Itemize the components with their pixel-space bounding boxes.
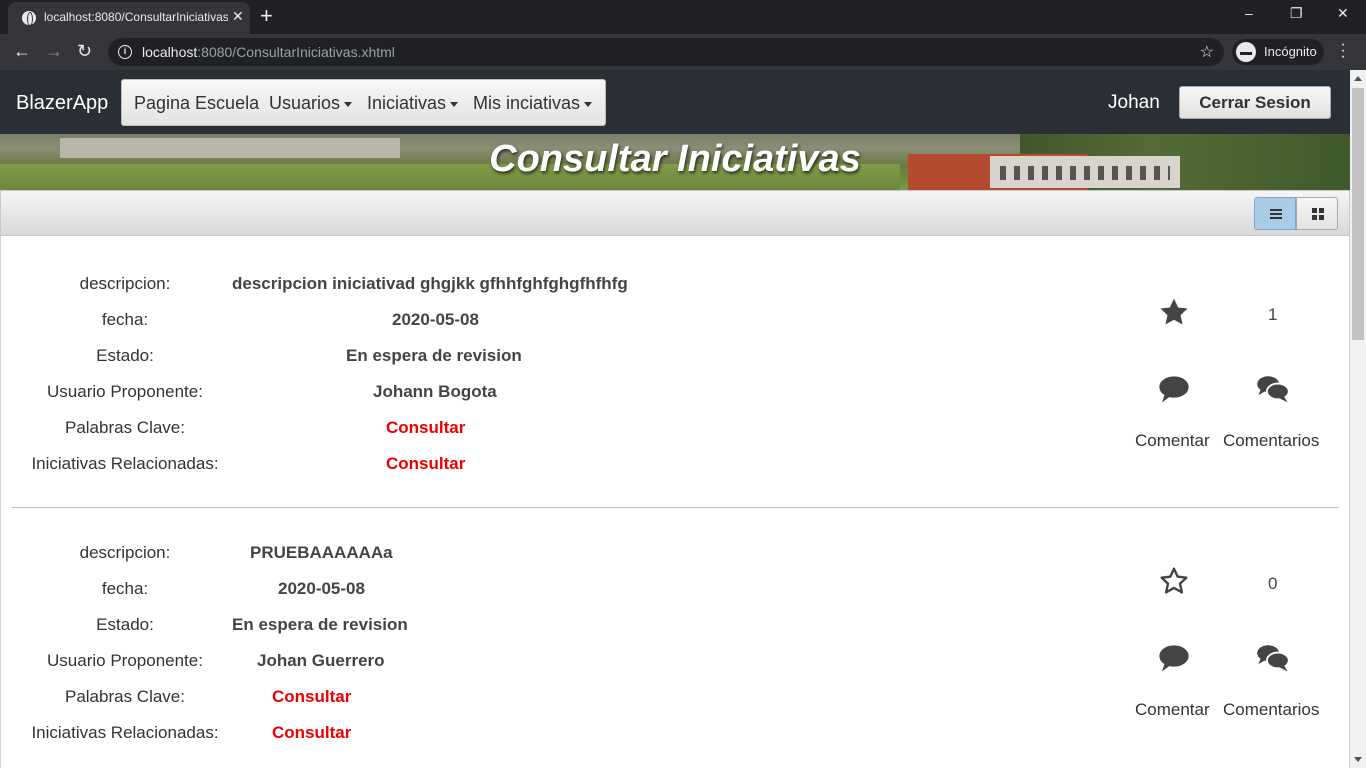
value-usuario: Johan Guerrero <box>257 651 385 670</box>
initiative-item: descripcion: fecha: Estado: Usuario Prop… <box>1 236 1349 508</box>
value-fecha: 2020-05-08 <box>392 310 479 329</box>
brand-logo[interactable]: BlazerApp <box>16 92 108 115</box>
star-outline-icon[interactable] <box>1158 565 1190 597</box>
maximize-button[interactable]: ❐ <box>1290 5 1303 22</box>
initiative-item: descripcion: fecha: Estado: Usuario Prop… <box>1 505 1349 768</box>
palabras-clave-link[interactable]: Consultar <box>386 418 465 438</box>
menu-label: Mis inciativas <box>473 93 581 113</box>
caret-down-icon <box>450 101 459 107</box>
comment-icon[interactable] <box>1158 374 1190 404</box>
incognito-badge[interactable]: Incógnito <box>1232 39 1324 65</box>
label-usuario: Usuario Proponente: <box>47 651 203 670</box>
menu-mis-iniciativas[interactable]: Mis inciativas <box>473 93 593 114</box>
scrollbar-thumb[interactable] <box>1352 88 1364 340</box>
app-navbar: BlazerApp Pagina Escuela Usuarios Inicia… <box>0 70 1350 134</box>
comentarios-label[interactable]: Comentarios <box>1223 431 1319 451</box>
close-window-button[interactable]: ✕ <box>1337 5 1349 22</box>
menu-pagina-escuela[interactable]: Pagina Escuela <box>134 93 259 114</box>
initiatives-list: descripcion: fecha: Estado: Usuario Prop… <box>0 236 1350 768</box>
comments-icon[interactable] <box>1256 374 1290 404</box>
incognito-label: Incógnito <box>1264 44 1317 59</box>
grid-icon <box>1312 208 1324 220</box>
globe-icon <box>22 11 36 26</box>
caret-down-icon <box>584 101 593 107</box>
label-estado: Estado: <box>96 615 154 634</box>
label-estado: Estado: <box>96 346 154 365</box>
bookmark-star-icon[interactable]: ☆ <box>1200 42 1214 62</box>
back-icon[interactable]: ← <box>13 40 31 62</box>
grid-view-button[interactable] <box>1296 197 1338 230</box>
new-tab-button[interactable]: + <box>260 4 273 28</box>
scroll-down-arrow-icon[interactable] <box>1354 757 1362 762</box>
relacionadas-link[interactable]: Consultar <box>386 454 465 474</box>
label-palabras-clave: Palabras Clave: <box>64 687 185 706</box>
comentarios-label[interactable]: Comentarios <box>1223 700 1319 720</box>
main-menu: Pagina Escuela Usuarios Iniciativas Mis … <box>121 79 606 126</box>
value-descripcion: PRUEBAAAAAAa <box>250 543 393 562</box>
label-relacionadas: Iniciativas Relacionadas: <box>31 454 219 473</box>
menu-label: Usuarios <box>269 93 341 113</box>
logout-button[interactable]: Cerrar Sesion <box>1179 86 1331 119</box>
close-tab-icon[interactable]: ✕ <box>232 8 244 25</box>
value-descripcion: descripcion iniciativad ghgjkk gfhhfghfg… <box>232 274 628 293</box>
menu-usuarios[interactable]: Usuarios <box>269 93 353 114</box>
like-count: 0 <box>1268 574 1278 593</box>
address-bar[interactable]: i localhost:8080/ConsultarIniciativas.xh… <box>108 38 1224 66</box>
comentar-label[interactable]: Comentar <box>1135 431 1210 451</box>
page-title-text: Consultar Iniciativas <box>489 138 861 180</box>
dataview-header <box>0 190 1350 236</box>
reload-icon[interactable]: ↻ <box>77 40 92 62</box>
label-descripcion: descripcion: <box>79 274 171 293</box>
label-palabras-clave: Palabras Clave: <box>64 418 185 437</box>
like-count: 1 <box>1268 305 1278 324</box>
page-scrollbar[interactable] <box>1350 70 1366 768</box>
incognito-icon <box>1236 42 1256 62</box>
url-host: localhost <box>142 44 198 60</box>
site-info-icon[interactable]: i <box>118 45 132 59</box>
minimize-button[interactable]: – <box>1245 5 1253 21</box>
comentar-label[interactable]: Comentar <box>1135 700 1210 720</box>
url-path: :8080/ConsultarIniciativas.xhtml <box>197 44 395 60</box>
label-fecha: fecha: <box>101 579 149 598</box>
browser-tab-strip: localhost:8080/ConsultarIniciativas.xhtm… <box>0 0 1366 34</box>
browser-menu-icon[interactable]: · · · <box>1340 37 1346 65</box>
comment-icon[interactable] <box>1158 643 1190 673</box>
label-usuario: Usuario Proponente: <box>47 382 203 401</box>
scroll-up-arrow-icon[interactable] <box>1354 76 1362 81</box>
page-title: Consultar Iniciativas <box>0 138 1350 181</box>
label-descripcion: descripcion: <box>79 543 171 562</box>
browser-toolbar: ← → ↻ i localhost:8080/ConsultarIniciati… <box>0 34 1366 70</box>
forward-icon[interactable]: → <box>45 40 63 62</box>
menu-label: Pagina Escuela <box>134 93 260 113</box>
browser-tab[interactable]: localhost:8080/ConsultarIniciativas.xhtm… <box>8 2 250 34</box>
value-estado: En espera de revision <box>232 615 408 634</box>
menu-label: Iniciativas <box>367 93 447 113</box>
relacionadas-link[interactable]: Consultar <box>272 723 351 743</box>
value-usuario: Johann Bogota <box>373 382 497 401</box>
url-text: localhost:8080/ConsultarIniciativas.xhtm… <box>142 44 395 60</box>
label-fecha: fecha: <box>101 310 149 329</box>
value-fecha: 2020-05-08 <box>278 579 365 598</box>
label-relacionadas: Iniciativas Relacionadas: <box>31 723 219 742</box>
star-filled-icon[interactable] <box>1158 296 1190 328</box>
palabras-clave-link[interactable]: Consultar <box>272 687 351 707</box>
value-estado: En espera de revision <box>346 346 522 365</box>
menu-iniciativas[interactable]: Iniciativas <box>367 93 459 114</box>
tab-title: localhost:8080/ConsultarIniciativas.xhtm… <box>44 10 228 24</box>
list-view-button[interactable] <box>1254 197 1296 230</box>
current-user-name: Johan <box>1108 92 1160 113</box>
comments-icon[interactable] <box>1256 643 1290 673</box>
list-icon <box>1270 209 1282 219</box>
caret-down-icon <box>344 101 353 107</box>
